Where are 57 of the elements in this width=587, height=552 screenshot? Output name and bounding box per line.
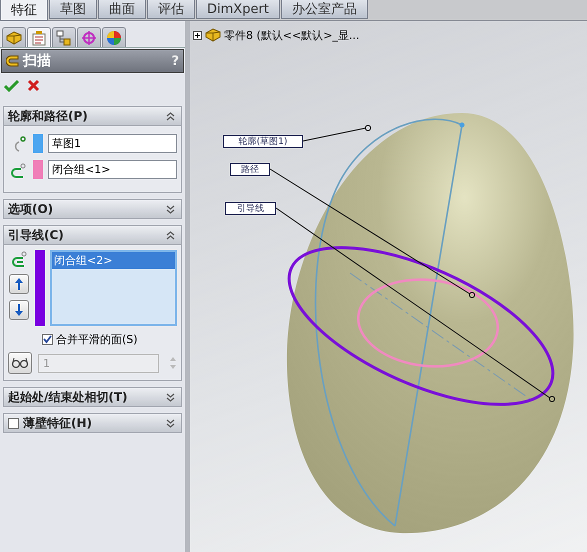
panel-title: 扫描 (23, 52, 52, 70)
crosshair-icon (80, 30, 98, 46)
collapse-chevron-icon[interactable] (166, 112, 175, 120)
panel-tab[interactable] (52, 27, 76, 47)
checkbox[interactable] (8, 418, 19, 428)
ribbon-tab[interactable]: 曲面 (98, 0, 146, 19)
callout-label: 引导线 (225, 202, 276, 215)
group-header[interactable]: 选项(O) (4, 200, 181, 218)
panel-tab[interactable] (27, 27, 51, 47)
down-arrow-icon (14, 303, 24, 317)
checkbox-label: 合并平滑的面(S) (56, 332, 138, 347)
group-title: 薄壁特征(H) (23, 414, 94, 432)
leader-line (302, 124, 372, 142)
tree-item[interactable]: 零件8 (默认<<默认>_显... (224, 28, 360, 42)
ribbon-tab[interactable]: 办公室产品 (280, 0, 368, 19)
list-item[interactable]: 闭合组<2> (52, 252, 175, 269)
up-arrow-icon (14, 277, 24, 291)
expand-chevron-icon[interactable] (166, 392, 175, 402)
guide-curve-list[interactable]: 闭合组<2> (50, 250, 177, 326)
selection-field[interactable]: 闭合组<1> (48, 160, 177, 179)
sweep-icon (6, 54, 20, 68)
property-sheet-icon (30, 30, 48, 46)
expand-chevron-icon[interactable] (166, 204, 175, 214)
ribbon-tab[interactable]: 评估 (147, 0, 195, 19)
path-icon (8, 162, 28, 178)
group-header[interactable]: 引导线(C) (4, 226, 181, 244)
expand-icon[interactable] (193, 30, 202, 40)
glasses-button[interactable] (8, 352, 32, 374)
selection-field[interactable]: 草图1 (48, 134, 177, 153)
guide-curve-icon (9, 250, 29, 268)
ribbon-tab[interactable]: 草图 (49, 0, 97, 19)
panel-tab[interactable] (77, 27, 101, 47)
configuration-icon (55, 30, 73, 46)
part-icon (5, 30, 23, 46)
ok-check-icon[interactable] (4, 79, 19, 92)
move-up-button[interactable] (9, 274, 29, 294)
group-header[interactable]: 薄壁特征(H) (4, 414, 181, 432)
callout-label: 路径 (230, 163, 270, 176)
panel-tab[interactable] (2, 27, 26, 47)
panel-tab[interactable] (102, 27, 126, 47)
collapse-chevron-icon[interactable] (166, 230, 175, 240)
color-ball-icon (105, 30, 123, 46)
group-header[interactable]: 轮廓和路径(P) (4, 107, 181, 125)
move-down-button[interactable] (9, 300, 29, 320)
group-title: 起始处/结束处相切(T) (8, 388, 129, 406)
expand-chevron-icon[interactable] (166, 418, 175, 428)
ribbon-tab[interactable]: 特征 (0, 0, 48, 21)
part-icon (204, 27, 222, 43)
glasses-icon (11, 357, 29, 369)
checkbox[interactable] (42, 334, 53, 345)
group-title: 选项(O) (8, 200, 54, 218)
cancel-x-icon[interactable] (27, 79, 40, 92)
group-header[interactable]: 起始处/结束处相切(T) (4, 388, 181, 406)
group-title: 轮廓和路径(P) (8, 108, 89, 124)
group-title: 引导线(C) (8, 226, 65, 244)
callout-label: 轮廓(草图1) (223, 135, 303, 148)
ribbon-tab[interactable]: DimXpert (196, 0, 280, 19)
